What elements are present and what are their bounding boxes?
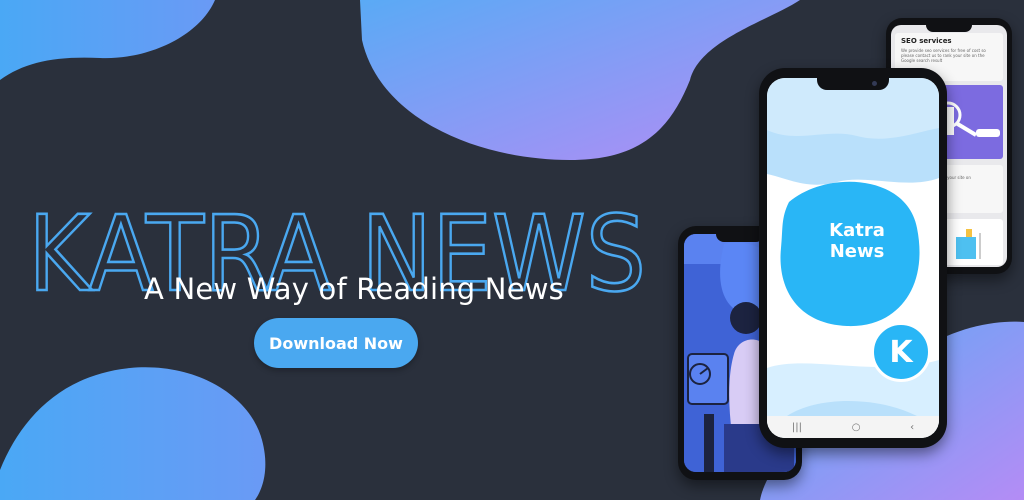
app-name-line2: News bbox=[829, 241, 885, 262]
recent-apps-button[interactable]: ||| bbox=[792, 422, 802, 433]
download-now-button[interactable]: Download Now bbox=[254, 318, 418, 368]
seo-card-title: SEO services bbox=[901, 37, 952, 45]
blob-bottom-left bbox=[0, 367, 266, 500]
phone-main: Katra News K ||| ○ ‹ bbox=[759, 68, 947, 448]
phone-main-screen: Katra News K ||| ○ ‹ bbox=[767, 78, 939, 438]
back-button[interactable]: ‹ bbox=[910, 422, 914, 433]
app-name: Katra News bbox=[807, 220, 907, 262]
phone-left-notch bbox=[716, 234, 764, 242]
phone-main-notch bbox=[817, 78, 889, 90]
phone-back-right-notch bbox=[926, 25, 972, 32]
camera-icon bbox=[872, 81, 877, 86]
home-button[interactable]: ○ bbox=[852, 422, 861, 433]
blob-top-left bbox=[0, 0, 215, 80]
android-nav-bar: ||| ○ ‹ bbox=[767, 416, 939, 438]
app-logo-badge: K bbox=[871, 322, 931, 382]
tagline: A New Way of Reading News bbox=[144, 272, 564, 306]
blob-top-center bbox=[360, 0, 800, 160]
app-name-line1: Katra bbox=[829, 220, 885, 241]
seo-card-text: We provide seo services for free of cost… bbox=[901, 48, 986, 63]
